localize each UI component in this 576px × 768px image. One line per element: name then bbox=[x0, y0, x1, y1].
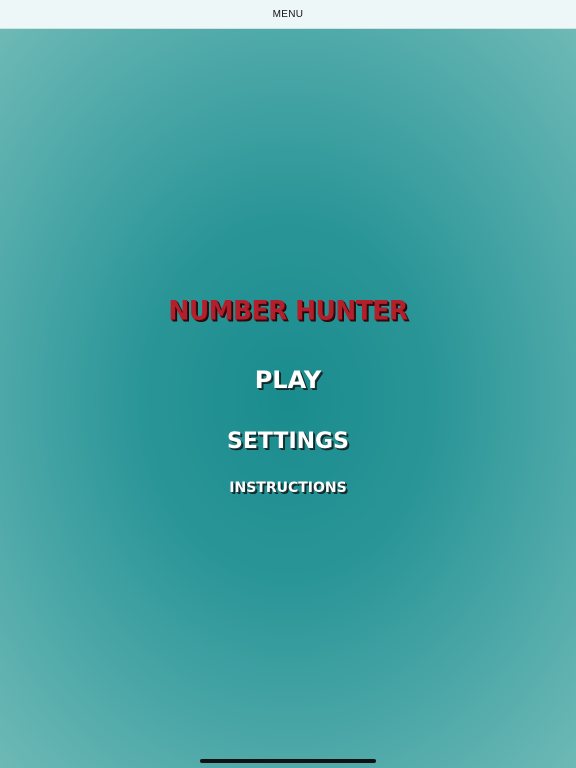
navigation-title: MENU bbox=[272, 8, 304, 20]
play-button[interactable]: PLAY bbox=[0, 366, 576, 394]
home-indicator[interactable] bbox=[200, 759, 376, 763]
navigation-bar: MENU bbox=[0, 0, 576, 29]
game-title: NUMBER HUNTER bbox=[168, 295, 408, 326]
settings-button[interactable]: SETTINGS bbox=[0, 429, 576, 454]
instructions-button[interactable]: INSTRUCTIONS bbox=[0, 480, 576, 496]
